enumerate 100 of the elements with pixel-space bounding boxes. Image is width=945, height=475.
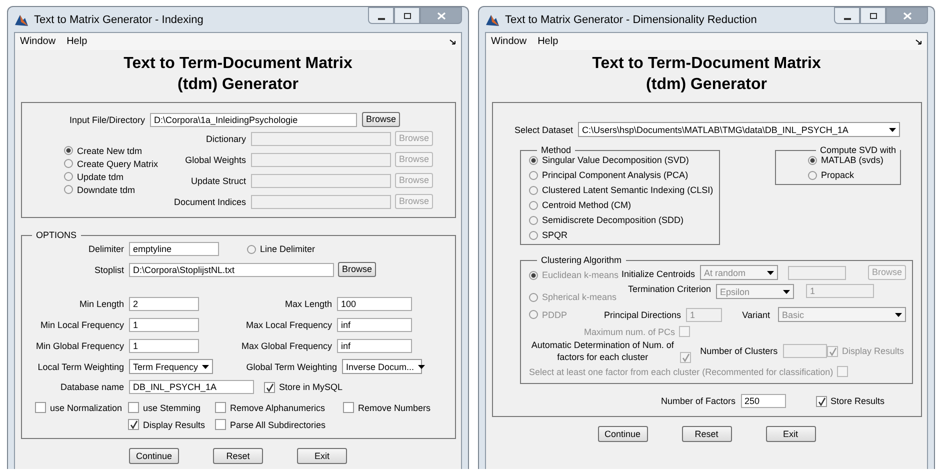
reset-button[interactable]: Reset [213,448,263,464]
minimize-icon [844,18,850,20]
field-label: Termination Criterion [626,284,711,294]
checkbox[interactable] [215,419,226,430]
dropdown[interactable]: C:\Users\hsp\Documents\MATLAB\TMG\data\DB_INL_PSYCH_1A [578,122,900,137]
field-label: Principal Directions [602,310,681,320]
browse-button[interactable]: Browse [362,112,400,127]
menu-item[interactable]: Help [66,36,88,47]
radio-button[interactable] [64,146,73,155]
checkbox-label: Remove Numbers [358,402,431,412]
checkbox-label: Parse All Subdirectories [230,420,326,430]
exit-button[interactable]: Exit [297,448,347,464]
text-field[interactable]: D:\Corpora\StoplijstNL.txt [129,262,334,276]
menu-item[interactable]: Help [538,36,558,47]
field-label: Max Local Frequency [244,320,332,330]
dropdown[interactable]: Inverse Docum... [342,359,422,374]
checkbox[interactable] [264,382,275,392]
radio-label: Propack [820,170,854,180]
field-label: Database name [59,382,124,392]
checkbox-label: use Normalization [50,402,122,412]
arrow-icon [449,38,456,44]
checkbox[interactable] [128,419,139,430]
window-title: Text to Matrix Generator - Indexing [34,14,204,26]
field-label: Update Struct [190,176,246,186]
radio-button[interactable] [529,216,538,224]
text-field[interactable]: inf [337,318,412,332]
radio-button[interactable] [64,172,73,181]
radio-button[interactable] [808,170,817,180]
field-label: Number of Clusters [699,346,778,356]
maximize-button[interactable] [860,7,886,24]
field-label: Min Global Frequency [34,341,124,351]
text-field[interactable]: inf [337,339,412,353]
menu-item[interactable]: Window [20,36,56,47]
text-field[interactable]: DB_INL_PSYCH_1A [129,380,254,394]
menu-item[interactable]: Window [491,36,527,47]
text-field[interactable]: 2 [129,297,199,311]
maximize-button[interactable] [394,7,420,24]
field-label: Number of Factors [661,396,736,406]
panel-title: Clustering Algorithm [540,255,623,265]
field-label: Automatic Determination of Num. of factors for each cluster [530,339,675,363]
reset-button[interactable]: Reset [682,426,732,442]
radio-button[interactable] [529,170,538,180]
radio-button[interactable] [529,200,538,210]
radio-button[interactable] [529,186,538,194]
field-label: Local Term Weighting [36,362,124,372]
radio-button[interactable] [64,159,73,168]
radio-button[interactable] [808,156,817,164]
text-field[interactable]: 1 [129,339,199,353]
radio-label: PDDP [542,310,568,320]
exit-button[interactable]: Exit [766,426,816,442]
window-title: Text to Matrix Generator - Dimensionality Reduction [505,14,757,26]
continue-button[interactable]: Continue [129,448,179,464]
radio-label: Principal Component Analysis (PCA) [542,170,688,180]
field-label: Global Weights [184,154,246,164]
panel-title: Method [540,145,572,155]
text-field[interactable]: 1 [129,318,199,332]
radio-label: Centroid Method (CM) [542,200,632,210]
text-field[interactable]: 250 [740,394,786,408]
radio-label: Create New tdm [77,146,142,156]
text-field[interactable]: D:\Corpora\1a_InleidingPsychologie [150,112,357,126]
heading-text: (tdm) Generator [645,75,768,95]
minimize-icon [378,18,384,20]
field-label: Delimiter [87,244,124,254]
checkbox-label: Maximum num. of PCs [584,326,676,336]
caret-icon [895,312,902,316]
checkbox-label: Display Results [143,420,206,430]
caret-icon [418,364,426,368]
close-icon [436,10,446,20]
checkbox[interactable] [128,402,139,413]
field-label: Initialize Centroids [620,269,695,279]
arrow-icon [915,38,922,44]
field-label: Select Dataset [513,124,573,134]
dropdown[interactable]: Term Frequency [129,359,213,374]
continue-button[interactable]: Continue [598,426,648,442]
caret-icon [767,270,774,274]
radio-label: SPQR [542,230,568,240]
radio-label: Singular Value Decomposition (SVD) [542,155,689,165]
minimize-button[interactable] [834,7,860,24]
browse-button[interactable]: Browse [338,262,376,277]
radio-button[interactable] [64,185,73,194]
checkbox[interactable] [35,402,46,413]
minimize-button[interactable] [368,7,394,24]
field-label: Stoplist [93,264,124,274]
text-field[interactable]: 100 [337,297,412,311]
heading-text: Text to Term-Document Matrix [122,54,354,74]
heading-text: (tdm) Generator [176,75,300,95]
checkbox-label: Display Results [842,346,904,356]
field-label: Min Length [78,299,124,309]
field-label: Max Global Frequency [240,341,332,351]
radio-label: Clustered Latent Semantic Indexing (CLSI) [542,185,714,195]
checkbox[interactable] [215,402,226,413]
radio-button[interactable] [529,230,538,240]
checkbox[interactable] [343,402,354,413]
panel-title: OPTIONS [35,230,78,240]
checkbox[interactable] [816,396,827,406]
radio-button[interactable] [247,244,256,254]
radio-label: Line Delimiter [260,244,316,254]
radio-button[interactable] [529,156,538,164]
maximize-icon [868,10,878,20]
text-field[interactable]: emptyline [129,242,219,256]
